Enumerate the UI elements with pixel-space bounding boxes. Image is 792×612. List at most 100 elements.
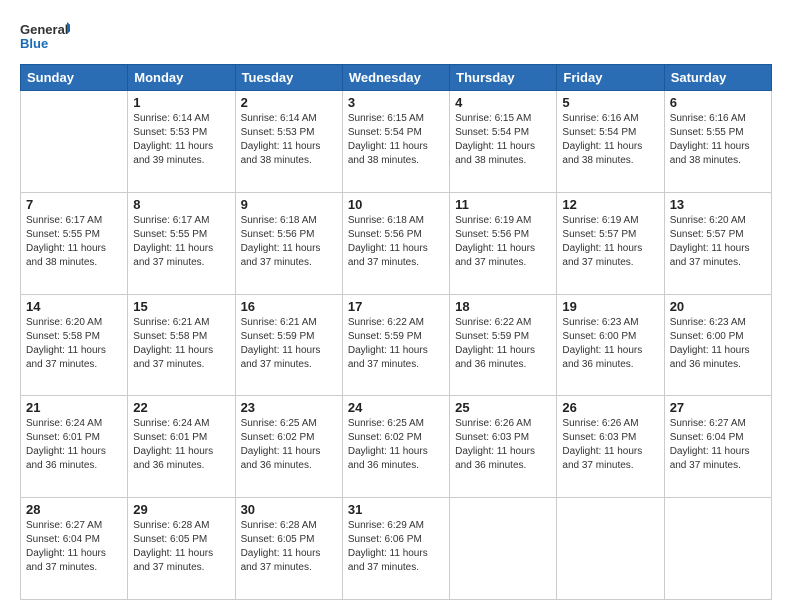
calendar-cell: 19 Sunrise: 6:23 AM Sunset: 6:00 PM Dayli… — [557, 294, 664, 396]
day-number: 3 — [348, 95, 444, 110]
calendar-cell: 9 Sunrise: 6:18 AM Sunset: 5:56 PM Daylig… — [235, 192, 342, 294]
day-info: Sunrise: 6:20 AM Sunset: 5:58 PM Dayligh… — [26, 316, 122, 372]
day-info: Sunrise: 6:21 AM Sunset: 5:58 PM Dayligh… — [133, 316, 229, 372]
calendar-cell — [664, 498, 771, 600]
calendar-cell: 4 Sunrise: 6:15 AM Sunset: 5:54 PM Daylig… — [450, 91, 557, 193]
day-number: 11 — [455, 197, 551, 212]
day-info: Sunrise: 6:24 AM Sunset: 6:01 PM Dayligh… — [26, 417, 122, 473]
day-info: Sunrise: 6:17 AM Sunset: 5:55 PM Dayligh… — [26, 214, 122, 270]
calendar-cell: 23 Sunrise: 6:25 AM Sunset: 6:02 PM Dayli… — [235, 396, 342, 498]
day-info: Sunrise: 6:15 AM Sunset: 5:54 PM Dayligh… — [455, 112, 551, 168]
day-info: Sunrise: 6:18 AM Sunset: 5:56 PM Dayligh… — [348, 214, 444, 270]
day-number: 31 — [348, 502, 444, 517]
day-number: 2 — [241, 95, 337, 110]
day-info: Sunrise: 6:24 AM Sunset: 6:01 PM Dayligh… — [133, 417, 229, 473]
week-row-2: 14 Sunrise: 6:20 AM Sunset: 5:58 PM Dayli… — [21, 294, 772, 396]
weekday-header-monday: Monday — [128, 65, 235, 91]
calendar-cell: 14 Sunrise: 6:20 AM Sunset: 5:58 PM Dayli… — [21, 294, 128, 396]
logo: General Blue — [20, 18, 70, 54]
day-number: 1 — [133, 95, 229, 110]
day-number: 28 — [26, 502, 122, 517]
calendar-cell: 13 Sunrise: 6:20 AM Sunset: 5:57 PM Dayli… — [664, 192, 771, 294]
day-info: Sunrise: 6:29 AM Sunset: 6:06 PM Dayligh… — [348, 519, 444, 575]
day-info: Sunrise: 6:23 AM Sunset: 6:00 PM Dayligh… — [562, 316, 658, 372]
day-info: Sunrise: 6:19 AM Sunset: 5:57 PM Dayligh… — [562, 214, 658, 270]
day-info: Sunrise: 6:20 AM Sunset: 5:57 PM Dayligh… — [670, 214, 766, 270]
calendar-cell — [21, 91, 128, 193]
day-number: 9 — [241, 197, 337, 212]
day-number: 30 — [241, 502, 337, 517]
header: General Blue — [20, 18, 772, 54]
calendar-cell: 29Sunrise: 6:28 AM Sunset: 6:05 PM Dayli… — [128, 498, 235, 600]
day-number: 22 — [133, 400, 229, 415]
calendar-cell: 12 Sunrise: 6:19 AM Sunset: 5:57 PM Dayli… — [557, 192, 664, 294]
day-number: 17 — [348, 299, 444, 314]
day-number: 19 — [562, 299, 658, 314]
week-row-1: 7Sunrise: 6:17 AM Sunset: 5:55 PM Daylig… — [21, 192, 772, 294]
day-number: 4 — [455, 95, 551, 110]
calendar-cell: 28 Sunrise: 6:27 AM Sunset: 6:04 PM Dayli… — [21, 498, 128, 600]
day-info: Sunrise: 6:27 AM Sunset: 6:04 PM Dayligh… — [26, 519, 122, 575]
day-number: 23 — [241, 400, 337, 415]
svg-text:Blue: Blue — [20, 36, 48, 51]
day-info: Sunrise: 6:19 AM Sunset: 5:56 PM Dayligh… — [455, 214, 551, 270]
day-number: 13 — [670, 197, 766, 212]
day-info: Sunrise: 6:25 AM Sunset: 6:02 PM Dayligh… — [241, 417, 337, 473]
calendar-cell: 8 Sunrise: 6:17 AM Sunset: 5:55 PM Daylig… — [128, 192, 235, 294]
day-number: 20 — [670, 299, 766, 314]
day-info: Sunrise: 6:17 AM Sunset: 5:55 PM Dayligh… — [133, 214, 229, 270]
day-number: 8 — [133, 197, 229, 212]
calendar-cell: 25 Sunrise: 6:26 AM Sunset: 6:03 PM Dayli… — [450, 396, 557, 498]
day-number: 15 — [133, 299, 229, 314]
calendar-cell: 22 Sunrise: 6:24 AM Sunset: 6:01 PM Dayli… — [128, 396, 235, 498]
calendar-cell: 2 Sunrise: 6:14 AM Sunset: 5:53 PM Daylig… — [235, 91, 342, 193]
day-info: Sunrise: 6:18 AM Sunset: 5:56 PM Dayligh… — [241, 214, 337, 270]
day-number: 26 — [562, 400, 658, 415]
day-info: Sunrise: 6:15 AM Sunset: 5:54 PM Dayligh… — [348, 112, 444, 168]
weekday-header-row: SundayMondayTuesdayWednesdayThursdayFrid… — [21, 65, 772, 91]
calendar-cell: 21 Sunrise: 6:24 AM Sunset: 6:01 PM Dayli… — [21, 396, 128, 498]
day-info: Sunrise: 6:16 AM Sunset: 5:55 PM Dayligh… — [670, 112, 766, 168]
calendar-cell: 26 Sunrise: 6:26 AM Sunset: 6:03 PM Dayli… — [557, 396, 664, 498]
calendar-cell: 16 Sunrise: 6:21 AM Sunset: 5:59 PM Dayli… — [235, 294, 342, 396]
day-info: Sunrise: 6:23 AM Sunset: 6:00 PM Dayligh… — [670, 316, 766, 372]
day-number: 21 — [26, 400, 122, 415]
day-number: 29 — [133, 502, 229, 517]
week-row-4: 28 Sunrise: 6:27 AM Sunset: 6:04 PM Dayli… — [21, 498, 772, 600]
calendar-table: SundayMondayTuesdayWednesdayThursdayFrid… — [20, 64, 772, 600]
day-number: 24 — [348, 400, 444, 415]
day-info: Sunrise: 6:28 AM Sunset: 6:05 PM Dayligh… — [241, 519, 337, 575]
day-number: 6 — [670, 95, 766, 110]
calendar-cell — [557, 498, 664, 600]
calendar-cell: 31 Sunrise: 6:29 AM Sunset: 6:06 PM Dayli… — [342, 498, 449, 600]
day-number: 5 — [562, 95, 658, 110]
calendar-cell: 11 Sunrise: 6:19 AM Sunset: 5:56 PM Dayli… — [450, 192, 557, 294]
weekday-header-saturday: Saturday — [664, 65, 771, 91]
day-number: 27 — [670, 400, 766, 415]
day-info: Sunrise: 6:26 AM Sunset: 6:03 PM Dayligh… — [455, 417, 551, 473]
day-info: Sunrise: 6:22 AM Sunset: 5:59 PM Dayligh… — [455, 316, 551, 372]
day-number: 10 — [348, 197, 444, 212]
day-number: 25 — [455, 400, 551, 415]
day-info: Sunrise: 6:26 AM Sunset: 6:03 PM Dayligh… — [562, 417, 658, 473]
day-number: 18 — [455, 299, 551, 314]
day-info: Sunrise: 6:27 AM Sunset: 6:04 PM Dayligh… — [670, 417, 766, 473]
calendar-cell: 1 Sunrise: 6:14 AM Sunset: 5:53 PM Daylig… — [128, 91, 235, 193]
calendar-cell: 18 Sunrise: 6:22 AM Sunset: 5:59 PM Dayli… — [450, 294, 557, 396]
page: General Blue SundayMondayTuesdayWednesda… — [0, 0, 792, 612]
day-info: Sunrise: 6:14 AM Sunset: 5:53 PM Dayligh… — [241, 112, 337, 168]
weekday-header-friday: Friday — [557, 65, 664, 91]
day-info: Sunrise: 6:14 AM Sunset: 5:53 PM Dayligh… — [133, 112, 229, 168]
weekday-header-tuesday: Tuesday — [235, 65, 342, 91]
day-number: 14 — [26, 299, 122, 314]
calendar-cell: 10 Sunrise: 6:18 AM Sunset: 5:56 PM Dayli… — [342, 192, 449, 294]
logo-icon: General Blue — [20, 18, 70, 54]
calendar-cell: 17 Sunrise: 6:22 AM Sunset: 5:59 PM Dayli… — [342, 294, 449, 396]
day-number: 16 — [241, 299, 337, 314]
day-info: Sunrise: 6:22 AM Sunset: 5:59 PM Dayligh… — [348, 316, 444, 372]
day-number: 12 — [562, 197, 658, 212]
day-info: Sunrise: 6:21 AM Sunset: 5:59 PM Dayligh… — [241, 316, 337, 372]
weekday-header-wednesday: Wednesday — [342, 65, 449, 91]
day-info: Sunrise: 6:25 AM Sunset: 6:02 PM Dayligh… — [348, 417, 444, 473]
calendar-cell: 27 Sunrise: 6:27 AM Sunset: 6:04 PM Dayli… — [664, 396, 771, 498]
